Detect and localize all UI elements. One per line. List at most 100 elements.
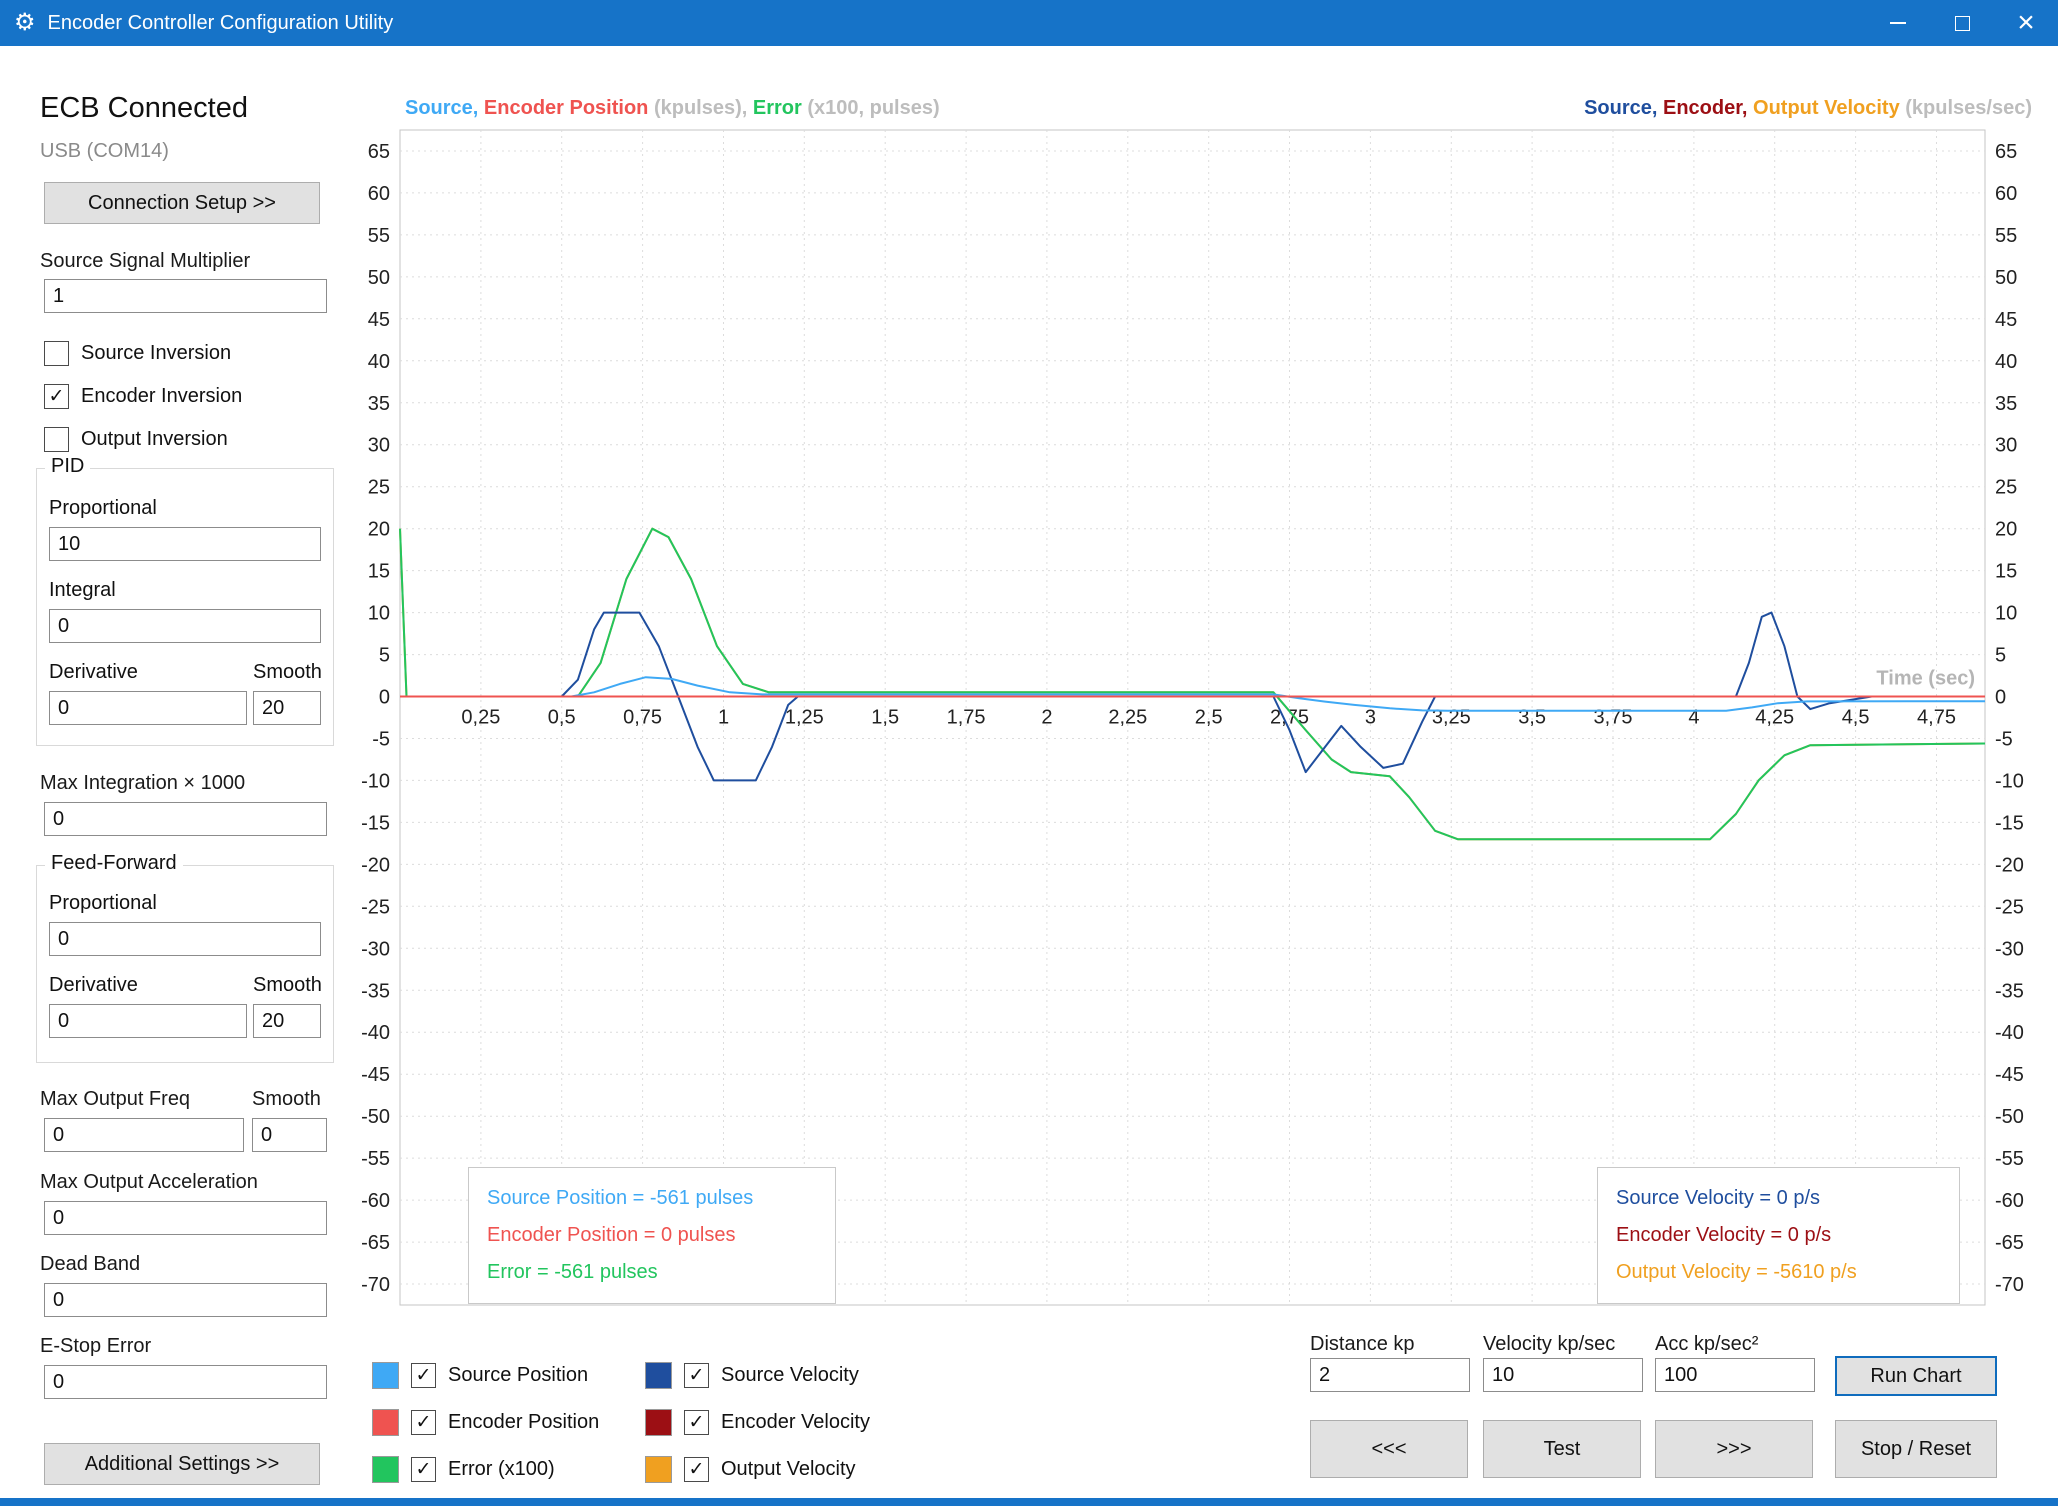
svg-text:30: 30 — [1995, 435, 2017, 457]
position-readout-box: Source Position = -561 pulsesEncoder Pos… — [468, 1167, 836, 1304]
svg-text:50: 50 — [1995, 267, 2017, 289]
legend-label: Error (x100) — [448, 1458, 555, 1481]
svg-text:-35: -35 — [361, 980, 390, 1002]
svg-text:25: 25 — [1995, 477, 2017, 499]
chart-legend-position: Source, Encoder Position (kpulses), Erro… — [405, 97, 940, 120]
time-axis-label: Time (sec) — [1876, 668, 1975, 690]
svg-text:45: 45 — [368, 309, 390, 331]
legend-label: Output Velocity — [721, 1458, 856, 1481]
svg-text:65: 65 — [1995, 141, 2017, 163]
legend-row: ✓ Source Position — [372, 1352, 599, 1399]
readout-line: Encoder Velocity = 0 p/s — [1616, 1217, 1941, 1254]
svg-text:-25: -25 — [1995, 896, 2024, 918]
svg-text:5: 5 — [379, 645, 390, 667]
svg-text:3,5: 3,5 — [1518, 707, 1546, 729]
svg-text:20: 20 — [1995, 519, 2017, 541]
legend-text-part: (kpulses/sec) — [1900, 97, 2032, 119]
svg-text:-25: -25 — [361, 896, 390, 918]
maximize-button[interactable] — [1930, 0, 1994, 46]
svg-text:-60: -60 — [361, 1190, 390, 1212]
svg-text:3: 3 — [1365, 707, 1376, 729]
close-icon: × — [2017, 8, 2035, 38]
svg-text:-20: -20 — [361, 854, 390, 876]
legend-label: Encoder Position — [448, 1411, 599, 1434]
encoder-position-checkbox[interactable]: ✓ — [411, 1410, 436, 1435]
svg-text:2: 2 — [1041, 707, 1052, 729]
svg-text:60: 60 — [368, 183, 390, 205]
svg-text:4,5: 4,5 — [1842, 707, 1870, 729]
encoder-position-swatch — [372, 1409, 399, 1436]
svg-text:1,75: 1,75 — [947, 707, 986, 729]
encoder-velocity-swatch — [645, 1409, 672, 1436]
svg-text:2,5: 2,5 — [1195, 707, 1223, 729]
svg-text:0: 0 — [379, 687, 390, 709]
source-position-checkbox[interactable]: ✓ — [411, 1363, 436, 1388]
svg-text:-55: -55 — [1995, 1148, 2024, 1170]
svg-text:0,25: 0,25 — [461, 707, 500, 729]
svg-text:-30: -30 — [1995, 938, 2024, 960]
svg-text:-70: -70 — [1995, 1274, 2024, 1296]
svg-text:55: 55 — [1995, 225, 2017, 247]
error-x100--checkbox[interactable]: ✓ — [411, 1457, 436, 1482]
legend-text-part: Encoder, — [1657, 97, 1747, 119]
svg-text:-30: -30 — [361, 938, 390, 960]
legend-column: ✓ Source Position ✓ Encoder Position ✓ Error … — [372, 1352, 599, 1493]
svg-text:4,25: 4,25 — [1755, 707, 1794, 729]
svg-text:-45: -45 — [1995, 1064, 2024, 1086]
svg-text:-20: -20 — [1995, 854, 2024, 876]
app-gear-icon: ⚙ — [14, 11, 36, 35]
svg-text:45: 45 — [1995, 309, 2017, 331]
velocity-readout-box: Source Velocity = 0 p/sEncoder Velocity … — [1597, 1167, 1960, 1304]
svg-text:0,75: 0,75 — [623, 707, 662, 729]
legend-column: ✓Source Velocity✓Encoder Velocity✓Output… — [645, 1352, 870, 1493]
legend-text-part: Source, — [405, 97, 478, 119]
chart-legend-velocity: Source, Encoder, Output Velocity (kpulse… — [1584, 97, 2032, 120]
source-velocity-swatch — [645, 1362, 672, 1389]
encoder-velocity-checkbox[interactable]: ✓ — [684, 1410, 709, 1435]
minimize-button[interactable] — [1866, 0, 1930, 46]
svg-text:-35: -35 — [1995, 980, 2024, 1002]
legend-row: ✓Source Velocity — [645, 1352, 870, 1399]
svg-text:10: 10 — [368, 603, 390, 625]
maximize-icon — [1955, 16, 1970, 31]
close-button[interactable]: × — [1994, 0, 2058, 46]
readout-line: Source Velocity = 0 p/s — [1616, 1180, 1941, 1217]
svg-text:-40: -40 — [1995, 1022, 2024, 1044]
svg-text:35: 35 — [368, 393, 390, 415]
svg-text:-15: -15 — [361, 812, 390, 834]
output-velocity-checkbox[interactable]: ✓ — [684, 1457, 709, 1482]
legend-row: ✓ Output Velocity — [645, 1446, 870, 1493]
svg-text:-5: -5 — [372, 729, 390, 751]
legend-text-part: Source, — [1584, 97, 1657, 119]
legend-text-part: (x100, pulses) — [802, 97, 940, 119]
svg-text:-10: -10 — [1995, 770, 2024, 792]
legend-text-part: (kpulses), — [648, 97, 747, 119]
svg-text:0,5: 0,5 — [548, 707, 576, 729]
svg-text:-10: -10 — [361, 770, 390, 792]
svg-text:65: 65 — [368, 141, 390, 163]
svg-text:40: 40 — [1995, 351, 2017, 373]
svg-text:-5: -5 — [1995, 729, 2013, 751]
svg-text:-60: -60 — [1995, 1190, 2024, 1212]
y-axis-labels-right: 65605550454035302520151050-5-10-15-20-25… — [1995, 141, 2024, 1296]
legend-row: ✓ Encoder Velocity — [645, 1399, 870, 1446]
svg-text:4,75: 4,75 — [1917, 707, 1956, 729]
legend-label: Encoder Velocity — [721, 1411, 870, 1434]
legend-label: Source Position — [448, 1364, 588, 1387]
svg-text:25: 25 — [368, 477, 390, 499]
svg-text:40: 40 — [368, 351, 390, 373]
source-position-swatch — [372, 1362, 399, 1389]
svg-text:4: 4 — [1688, 707, 1699, 729]
readout-line: Error = -561 pulses — [487, 1254, 817, 1291]
svg-text:3,75: 3,75 — [1594, 707, 1633, 729]
readout-line: Source Position = -561 pulses — [487, 1180, 817, 1217]
y-axis-labels-left: 65605550454035302520151050-5-10-15-20-25… — [361, 141, 390, 1296]
legend-text-part: Output Velocity — [1747, 97, 1899, 119]
source-velocity-checkbox[interactable]: ✓ — [684, 1363, 709, 1388]
svg-text:35: 35 — [1995, 393, 2017, 415]
svg-text:1: 1 — [718, 707, 729, 729]
svg-text:2,25: 2,25 — [1108, 707, 1147, 729]
svg-text:5: 5 — [1995, 645, 2006, 667]
svg-text:-50: -50 — [1995, 1106, 2024, 1128]
svg-text:-40: -40 — [361, 1022, 390, 1044]
